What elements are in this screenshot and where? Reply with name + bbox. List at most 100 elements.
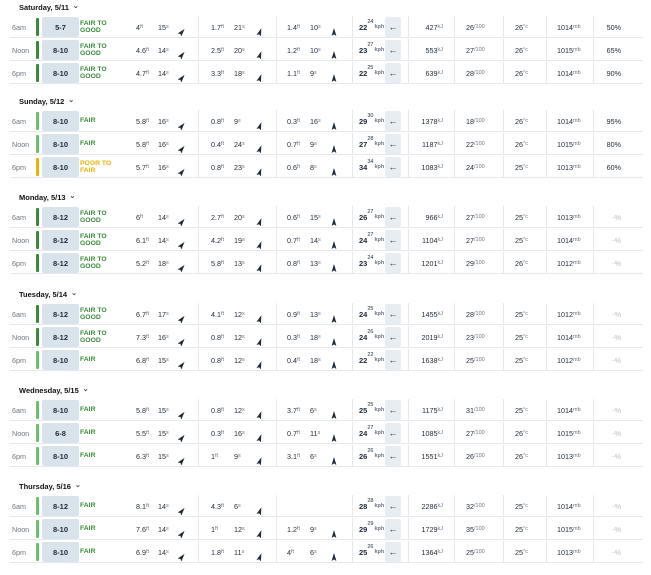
condition-color-bar	[36, 41, 39, 59]
column-separator	[454, 445, 455, 467]
swell1-period: 15 s	[158, 355, 169, 365]
swell3-direction-icon	[330, 310, 338, 323]
swell3-height: 3.1 ft	[287, 451, 301, 461]
wind-direction-icon[interactable]: ←	[385, 230, 401, 250]
wave-energy: 2019 kJ	[421, 332, 444, 342]
wave-energy: 1104 kJ	[422, 235, 443, 245]
column-separator	[198, 422, 199, 444]
wind-gust: 24	[367, 255, 374, 261]
wind-speed: 22 24 kph	[359, 19, 385, 32]
swell3-height: 0.3 ft	[287, 116, 301, 126]
column-separator	[352, 303, 353, 325]
wind-gust: 27	[367, 209, 374, 215]
column-separator	[503, 422, 504, 444]
wind-direction-icon[interactable]: ←	[385, 40, 401, 60]
wind-direction-icon[interactable]: ←	[385, 350, 401, 370]
wind-direction-icon[interactable]: ←	[385, 423, 401, 443]
day-header[interactable]: Wednesday, 5/15 ⌄	[19, 383, 89, 397]
column-separator	[593, 518, 594, 540]
swell3-period: 15 s	[310, 212, 321, 222]
wave-energy: 553 kJ	[425, 45, 444, 55]
wind-direction-icon[interactable]: ←	[385, 542, 401, 562]
air-pressure: 1015 mb	[557, 139, 581, 149]
wind-direction-icon[interactable]: ←	[385, 496, 401, 516]
column-separator	[503, 39, 504, 61]
condition-color-bar	[36, 254, 39, 272]
swell3-direction-icon	[330, 333, 338, 346]
wind-gust: 27	[367, 42, 374, 48]
wind-direction-icon[interactable]: ←	[385, 157, 401, 177]
column-separator	[352, 62, 353, 84]
water-temperature: 25 °c	[515, 547, 528, 557]
column-separator	[546, 206, 547, 228]
swell2-height: 0.3 ft	[211, 428, 225, 438]
column-separator	[503, 445, 504, 467]
surf-rating: FAIR TO GOOD	[80, 65, 107, 81]
day-header[interactable]: Tuesday, 5/14 ⌄	[19, 287, 77, 301]
wind-gust: 30	[367, 113, 374, 119]
chevron-down-icon[interactable]: ⌄	[70, 192, 76, 200]
surf-rating: FAIR TO GOOD	[80, 42, 107, 58]
chevron-down-icon[interactable]: ⌄	[73, 2, 79, 10]
column-separator	[352, 399, 353, 421]
day-header[interactable]: Monday, 5/13 ⌄	[19, 190, 75, 204]
wind-direction-icon[interactable]: ←	[385, 111, 401, 131]
day-header[interactable]: Saturday, 5/11 ⌄	[19, 0, 79, 14]
column-separator	[198, 16, 199, 38]
day-title: Monday, 5/13	[19, 192, 66, 202]
forecast-row: Noon 8-10 FAIR TO GOOD 4.6 ft 14 s 2.5 ft 20 s 1.2 f…	[0, 39, 651, 61]
air-pressure: 1014 mb	[557, 116, 581, 126]
swell2-period: 19 s	[234, 235, 245, 245]
wave-consistency-score: 26/100	[466, 22, 485, 32]
surf-size: 8-12	[42, 253, 79, 273]
swell1-period: 14 s	[158, 45, 169, 55]
condition-color-bar	[36, 135, 39, 153]
air-pressure: 1013 mb	[557, 162, 581, 172]
swell2-height: 4.1 ft	[211, 309, 225, 319]
water-temperature: 26 °c	[515, 116, 528, 126]
wind-direction-icon[interactable]: ←	[385, 519, 401, 539]
wind-gust: 28	[367, 136, 374, 142]
swell2-height: 3.3 ft	[211, 68, 225, 78]
swell3-period: 6s	[310, 547, 317, 557]
wind-direction-icon[interactable]: ←	[385, 207, 401, 227]
column-separator	[593, 110, 594, 132]
chevron-down-icon[interactable]: ⌄	[68, 96, 74, 104]
swell-arrow-icon	[177, 530, 185, 539]
wind-direction-icon[interactable]: ←	[385, 17, 401, 37]
wind-direction-icon[interactable]: ←	[385, 446, 401, 466]
wind-direction-icon[interactable]: ←	[385, 134, 401, 154]
day-header[interactable]: Thursday, 5/16 ⌄	[19, 479, 81, 493]
swell1-period: 16 s	[158, 139, 169, 149]
time-label: 6pm	[12, 451, 26, 461]
swell-arrow-icon	[256, 338, 262, 347]
swell3-height: 0.6 ft	[287, 212, 301, 222]
chevron-down-icon[interactable]: ⌄	[83, 385, 89, 393]
day-header[interactable]: Sunday, 5/12 ⌄	[19, 94, 74, 108]
chevron-down-icon[interactable]: ⌄	[71, 289, 77, 297]
column-separator	[198, 206, 199, 228]
wind-direction-icon[interactable]: ←	[385, 327, 401, 347]
column-separator	[408, 495, 409, 517]
surf-size: 8-10	[42, 519, 79, 539]
surf-size: 8-10	[42, 134, 79, 154]
wind-direction-icon[interactable]: ←	[385, 63, 401, 83]
chevron-down-icon[interactable]: ⌄	[75, 481, 81, 489]
swell2-height: 2.5 ft	[211, 45, 225, 55]
wind-direction-icon[interactable]: ←	[385, 400, 401, 420]
swell3-direction-icon	[330, 117, 338, 130]
column-separator	[352, 133, 353, 155]
swell2-period: 20 s	[234, 212, 245, 222]
wind-direction-icon[interactable]: ←	[385, 253, 401, 273]
day-section: Sunday, 5/12 ⌄ 6am 8-10 FAIR 5.8 ft 16 s 0.8 ft 9 s 0…	[0, 94, 651, 190]
swell-arrow-icon	[256, 264, 262, 273]
column-separator	[503, 541, 504, 563]
swell2-period: 13 s	[234, 258, 245, 268]
surf-rating: FAIR	[80, 406, 96, 414]
wave-energy: 1551 kJ	[421, 451, 444, 461]
column-separator	[276, 495, 277, 517]
wind-speed: 29 29 kph	[359, 521, 385, 534]
swell1-direction-icon	[177, 333, 186, 347]
column-separator	[276, 62, 277, 84]
wind-direction-icon[interactable]: ←	[385, 304, 401, 324]
